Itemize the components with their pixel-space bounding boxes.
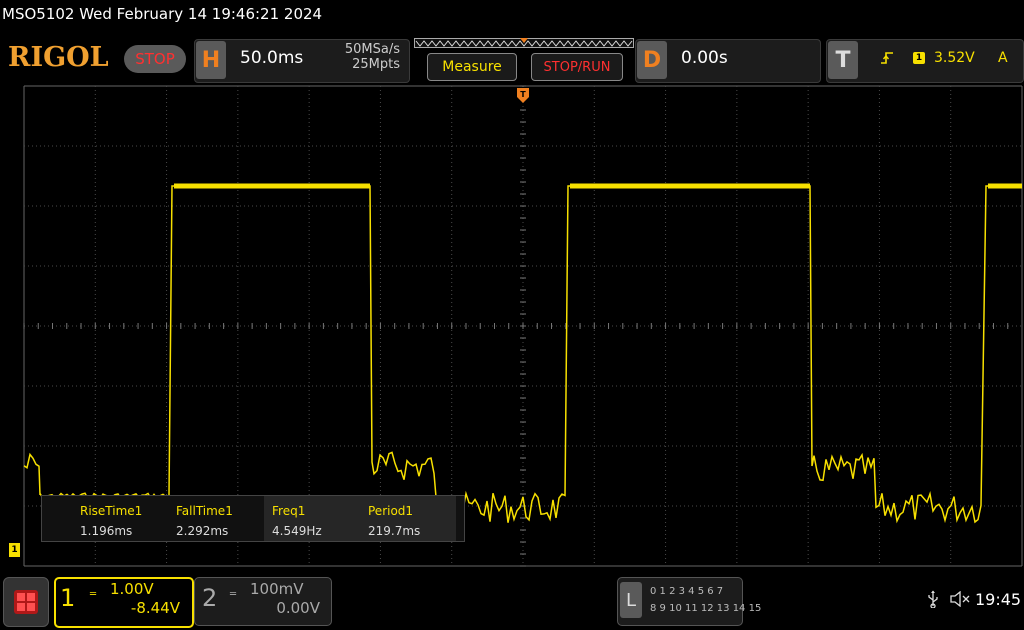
measurement-value: 1.196ms xyxy=(80,524,133,538)
channel1-offset: -8.44V xyxy=(130,599,180,617)
logic-channels-row2: 8 9 10 11 12 13 14 15 xyxy=(650,603,762,614)
measurement-name: Period1 xyxy=(368,504,414,518)
channel1-number: 1 xyxy=(60,584,76,612)
measurement-name: RiseTime1 xyxy=(80,504,143,518)
dc-coupling-icon: ═ xyxy=(230,589,237,600)
main-menu-button[interactable] xyxy=(3,577,49,627)
measurement-value: 219.7ms xyxy=(368,524,421,538)
status-clock: 19:45 xyxy=(975,590,1022,609)
logic-channels-row1: 0 1 2 3 4 5 6 7 xyxy=(650,586,724,597)
measurement-value: 2.292ms xyxy=(176,524,229,538)
channel2-scale: 100mV xyxy=(250,580,304,598)
measurement-table: RiseTime1 1.196ms FallTime1 2.292ms Freq… xyxy=(41,495,465,542)
logic-label: L xyxy=(620,582,642,618)
ch1-ground-marker[interactable]: 1 xyxy=(9,543,20,557)
measurement-value: 4.549Hz xyxy=(272,524,322,538)
channel2-offset: 0.00V xyxy=(276,599,320,617)
dc-coupling-icon: ═ xyxy=(90,589,97,600)
channel1-scale: 1.00V xyxy=(110,580,154,598)
measurement-rise-time[interactable]: RiseTime1 1.196ms xyxy=(72,496,168,541)
svg-text:T: T xyxy=(520,90,526,99)
measurement-frequency[interactable]: Freq1 4.549Hz xyxy=(264,496,360,541)
measurement-fall-time[interactable]: FallTime1 2.292ms xyxy=(168,496,264,541)
measurement-name: Freq1 xyxy=(272,504,306,518)
graticule xyxy=(23,85,1023,567)
menu-grid-icon xyxy=(14,590,38,614)
usb-icon xyxy=(928,590,938,608)
measurement-period[interactable]: Period1 219.7ms xyxy=(360,496,456,541)
measurement-name: FallTime1 xyxy=(176,504,233,518)
channel2-number: 2 xyxy=(202,584,218,612)
speaker-muted-icon[interactable] xyxy=(950,591,972,607)
